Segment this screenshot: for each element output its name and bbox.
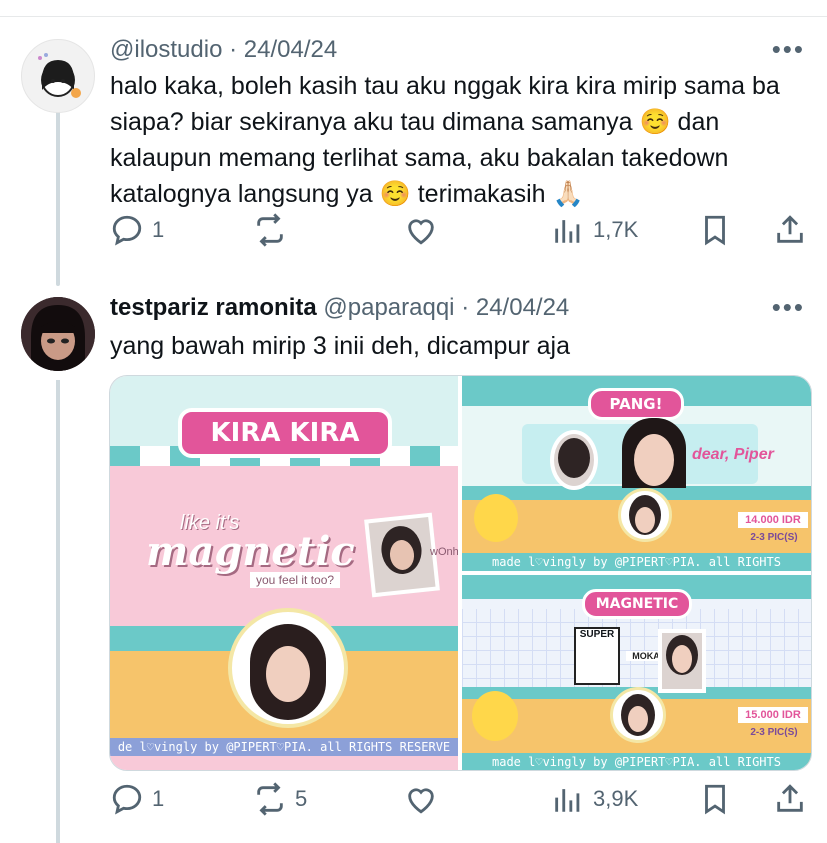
avatar[interactable] bbox=[21, 39, 95, 113]
bookmark-icon bbox=[705, 784, 725, 815]
views-button[interactable]: 1,7K bbox=[551, 213, 638, 247]
retweet-icon bbox=[257, 213, 283, 247]
more-icon[interactable]: ••• bbox=[772, 34, 805, 65]
divider bbox=[0, 16, 827, 17]
retweet-icon bbox=[257, 782, 283, 816]
bookmark-button[interactable] bbox=[698, 213, 732, 247]
retweet-button[interactable] bbox=[253, 213, 295, 247]
reply-button[interactable]: 1 bbox=[110, 782, 164, 816]
views-count: 1,7K bbox=[593, 217, 639, 242]
tweet-text: halo kaka, boleh kasih tau aku nggak kir… bbox=[110, 72, 780, 208]
media-grid: KIRA KIRA like it's magnetic you feel it… bbox=[109, 375, 812, 771]
media-image-top-right[interactable]: PANG! dear, Piper 14.000 IDR 2-3 PIC(S) … bbox=[462, 376, 811, 571]
bookmark-icon bbox=[705, 215, 725, 246]
tweet-meta: testpariz ramonita @paparaqqi · 24/04/24 bbox=[110, 294, 570, 321]
date[interactable]: 24/04/24 bbox=[244, 36, 337, 63]
reply-icon bbox=[112, 784, 142, 815]
thread-line bbox=[56, 380, 60, 843]
views-count: 3,9K bbox=[593, 786, 639, 811]
retweet-button[interactable]: 5 bbox=[253, 782, 307, 816]
media-image-left[interactable]: KIRA KIRA like it's magnetic you feel it… bbox=[110, 376, 458, 770]
reply-count: 1 bbox=[152, 786, 165, 811]
like-button[interactable] bbox=[404, 213, 438, 247]
display-name[interactable]: testpariz ramonita bbox=[110, 294, 317, 321]
thread-line bbox=[56, 100, 60, 286]
share-icon bbox=[777, 784, 803, 812]
views-button[interactable]: 3,9K bbox=[551, 782, 638, 816]
action-bar: 1 1,7K bbox=[110, 213, 810, 253]
media-image-bottom-right[interactable]: MAGNETIC SUPER MOKA 15.000 IDR 2-3 PIC(S… bbox=[462, 575, 811, 770]
like-button[interactable] bbox=[404, 782, 438, 816]
retweet-count: 5 bbox=[295, 786, 308, 811]
avatar[interactable] bbox=[21, 297, 95, 371]
action-bar: 1 5 3,9K bbox=[110, 782, 810, 822]
views-icon bbox=[555, 220, 580, 243]
like-icon bbox=[408, 219, 434, 245]
profile-photo bbox=[228, 608, 348, 728]
date[interactable]: 24/04/24 bbox=[476, 294, 569, 321]
views-icon bbox=[555, 789, 580, 812]
share-button[interactable] bbox=[773, 213, 807, 247]
photo bbox=[364, 512, 440, 598]
handle[interactable]: @paparaqqi bbox=[323, 294, 454, 321]
reply-icon bbox=[112, 215, 142, 246]
reply-button[interactable]: 1 bbox=[110, 213, 164, 247]
bookmark-button[interactable] bbox=[698, 782, 732, 816]
share-icon bbox=[777, 215, 803, 243]
handle[interactable]: @ilostudio bbox=[110, 36, 222, 63]
share-button[interactable] bbox=[773, 782, 807, 816]
like-icon bbox=[408, 788, 434, 814]
more-icon[interactable]: ••• bbox=[772, 292, 805, 323]
tweet-text: yang bawah mirip 3 inii deh, dicampur aj… bbox=[110, 332, 570, 360]
tweet-meta: @ilostudio · 24/04/24 bbox=[110, 36, 338, 63]
banner: KIRA KIRA bbox=[178, 408, 392, 458]
reply-count: 1 bbox=[152, 217, 165, 242]
